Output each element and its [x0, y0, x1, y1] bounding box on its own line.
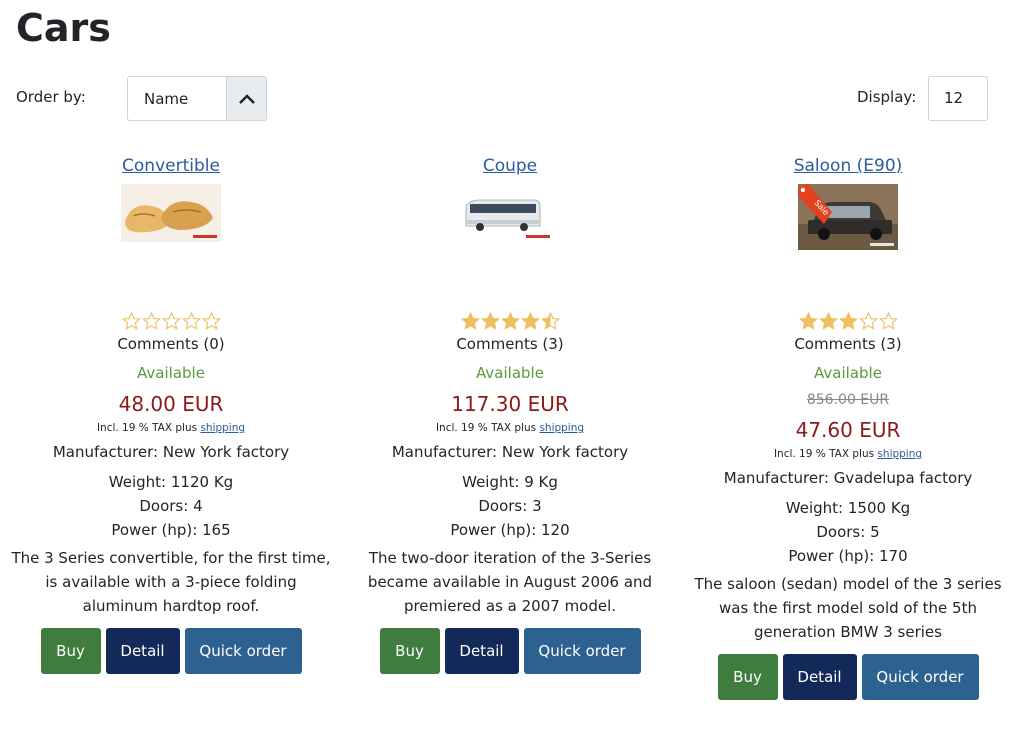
detail-button[interactable]: Detail: [782, 654, 857, 700]
shipping-link[interactable]: shipping: [200, 422, 245, 434]
tax-text: Incl. 19 % TAX plus: [773, 448, 875, 460]
availability-status: Available: [476, 364, 544, 382]
star-icon: [878, 311, 898, 331]
tax-info: Incl. 19 % TAX plus shipping: [8, 420, 334, 436]
product-actions: Buy Detail Quick order: [685, 654, 1011, 700]
availability-status: Available: [814, 364, 882, 382]
product-name-link[interactable]: Convertible: [122, 154, 220, 178]
chevron-up-icon: [238, 93, 255, 104]
product-image[interactable]: Sale: [798, 184, 898, 250]
buy-button[interactable]: Buy: [40, 628, 101, 674]
product-image[interactable]: [460, 184, 560, 250]
order-by-value: Name: [144, 90, 189, 108]
product-description: The two-door iteration of the 3-Series b…: [367, 549, 653, 615]
sort-direction-button[interactable]: [226, 77, 266, 120]
availability-status: Available: [137, 364, 205, 382]
star-icon: [798, 311, 818, 331]
star-icon: [818, 311, 838, 331]
doors: Doors: 5: [816, 523, 880, 541]
shipping-link[interactable]: shipping: [539, 422, 584, 434]
quick-order-button[interactable]: Quick order: [184, 628, 302, 674]
product-image[interactable]: [121, 184, 221, 250]
star-icon: [480, 311, 500, 331]
manufacturer: Manufacturer: New York factory: [52, 443, 290, 461]
star-icon: [460, 311, 480, 331]
star-icon: [181, 311, 201, 331]
star-icon: [500, 311, 520, 331]
star-icon: [520, 311, 540, 331]
buy-button[interactable]: Buy: [717, 654, 778, 700]
star-icon: [141, 311, 161, 331]
doors: Doors: 4: [139, 497, 203, 515]
rating-stars: [8, 311, 334, 332]
product-card: Convertible Comments (0) Available 48.00…: [8, 154, 334, 674]
star-icon: [121, 311, 141, 331]
manufacturer: Manufacturer: New York factory: [391, 443, 629, 461]
comments-count: Comments (0): [117, 335, 225, 353]
order-by-label: Order by:: [16, 88, 86, 106]
page-title: Cars: [16, 6, 111, 50]
star-icon: [858, 311, 878, 331]
product-name-link[interactable]: Saloon (E90): [794, 154, 903, 178]
weight: Weight: 1500 Kg: [785, 499, 911, 517]
power: Power (hp): 165: [111, 521, 231, 539]
product-actions: Buy Detail Quick order: [8, 628, 334, 674]
tax-text: Incl. 19 % TAX plus: [435, 422, 537, 434]
tax-text: Incl. 19 % TAX plus: [96, 422, 198, 434]
product-price: 47.60 EUR: [795, 418, 901, 442]
product-price: 117.30 EUR: [451, 392, 569, 416]
quick-order-button[interactable]: Quick order: [861, 654, 979, 700]
weight: Weight: 1120 Kg: [108, 473, 234, 491]
buy-button[interactable]: Buy: [379, 628, 440, 674]
rating-stars: [347, 311, 673, 332]
star-icon: [161, 311, 181, 331]
manufacturer: Manufacturer: Gvadelupa factory: [723, 469, 973, 487]
power: Power (hp): 120: [450, 521, 570, 539]
page: Cars Order by: Name Display: 12 Converti…: [0, 0, 1015, 737]
weight: Weight: 9 Kg: [462, 473, 558, 491]
tax-info: Incl. 19 % TAX plus shipping: [685, 446, 1011, 462]
product-name-link[interactable]: Coupe: [483, 154, 537, 178]
star-icon: [540, 311, 560, 331]
star-icon: [838, 311, 858, 331]
doors: Doors: 3: [478, 497, 542, 515]
comments-count: Comments (3): [456, 335, 564, 353]
order-by-select[interactable]: Name: [127, 76, 267, 121]
quick-order-button[interactable]: Quick order: [523, 628, 641, 674]
rating-stars: [685, 311, 1011, 332]
product-description: The 3 Series convertible, for the first …: [11, 549, 331, 615]
product-price: 48.00 EUR: [118, 392, 224, 416]
display-count-input[interactable]: 12: [928, 76, 988, 121]
detail-button[interactable]: Detail: [105, 628, 180, 674]
comments-count: Comments (3): [794, 335, 902, 353]
product-description: The saloon (sedan) model of the 3 series…: [694, 575, 1002, 641]
display-label: Display:: [857, 88, 917, 106]
product-card: Coupe Comments (3) Available 117.30 EUR …: [347, 154, 673, 674]
detail-button[interactable]: Detail: [444, 628, 519, 674]
product-actions: Buy Detail Quick order: [347, 628, 673, 674]
star-icon: [201, 311, 221, 331]
product-card: Saloon (E90) Sale Comments (3) Available…: [685, 154, 1011, 700]
old-price: 856.00 EUR: [806, 392, 890, 408]
power: Power (hp): 170: [788, 547, 908, 565]
tax-info: Incl. 19 % TAX plus shipping: [347, 420, 673, 436]
shipping-link[interactable]: shipping: [877, 448, 922, 460]
